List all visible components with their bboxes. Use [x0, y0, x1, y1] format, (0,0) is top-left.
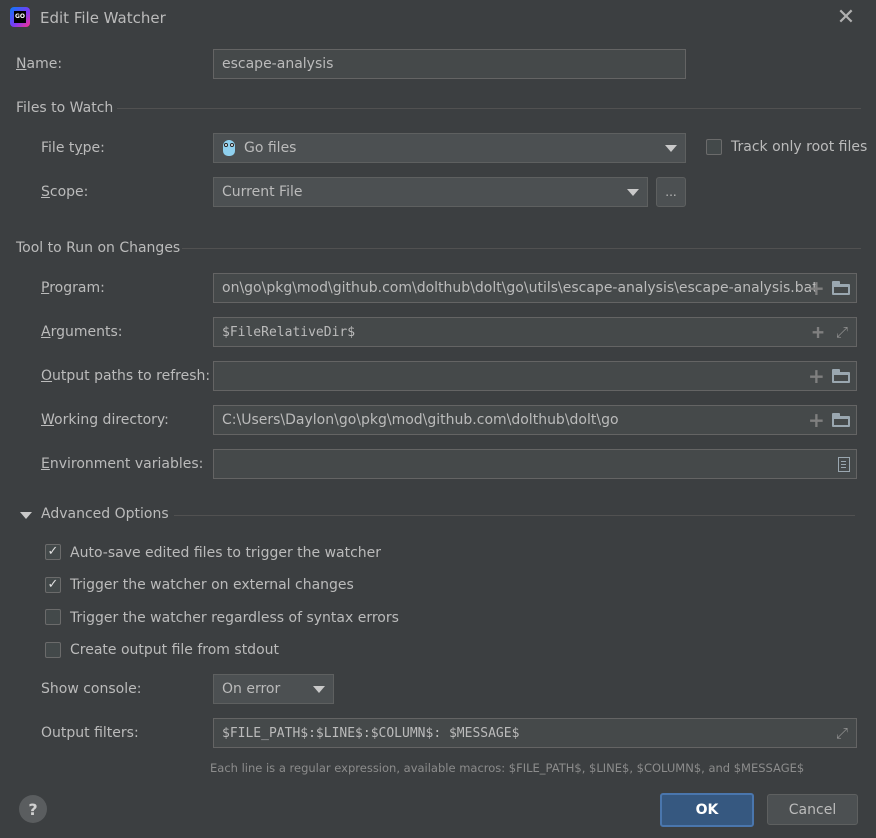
scope-browse-button[interactable]: ... [656, 177, 686, 207]
chevron-down-icon [313, 685, 325, 693]
folder-icon[interactable] [832, 281, 850, 295]
cancel-button[interactable]: Cancel [767, 794, 858, 825]
folder-icon[interactable] [832, 369, 850, 383]
name-label: Name: [16, 56, 63, 72]
arguments-value: $FileRelativeDir$ [222, 324, 356, 340]
syntax-errors-label: Trigger the watcher regardless of syntax… [70, 610, 399, 626]
output-from-stdout-checkbox[interactable] [45, 642, 61, 658]
insert-macro-icon[interactable]: + [810, 322, 826, 342]
dialog-title: Edit File Watcher [40, 9, 166, 27]
program-field-icons: + [808, 274, 850, 302]
insert-macro-icon[interactable]: + [808, 410, 825, 430]
program-label: Program: [41, 280, 105, 296]
output-from-stdout-label: Create output file from stdout [70, 642, 279, 658]
output-paths-field-icons: + [808, 362, 850, 390]
output-filters-hint: Each line is a regular expression, avail… [210, 761, 805, 775]
folder-icon[interactable] [832, 413, 850, 427]
environment-variables-field-icons [838, 450, 850, 478]
goland-icon-text: GO [14, 11, 26, 23]
close-icon[interactable]: ✕ [834, 6, 858, 30]
expand-icon[interactable]: ⤢ [834, 324, 850, 340]
chevron-down-icon [665, 144, 677, 152]
program-input[interactable]: on\go\pkg\mod\github.com\dolthub\dolt\go… [213, 273, 857, 303]
scope-label: Scope: [41, 184, 89, 200]
expand-icon[interactable]: ⤢ [834, 725, 850, 741]
auto-save-checkbox[interactable]: ✓ [45, 544, 61, 560]
goland-icon: GO [10, 7, 30, 27]
working-directory-input[interactable]: C:\Users\Daylon\go\pkg\mod\github.com\do… [213, 405, 857, 435]
help-icon[interactable]: ? [19, 795, 47, 823]
show-console-value: On error [222, 681, 281, 697]
environment-variables-label: Environment variables: [41, 456, 204, 472]
files-to-watch-header: Files to Watch [16, 100, 114, 116]
file-type-value: Go files [244, 140, 297, 156]
section-divider [117, 108, 861, 109]
output-filters-label: Output filters: [41, 725, 139, 741]
external-changes-checkbox[interactable]: ✓ [45, 577, 61, 593]
show-console-label: Show console: [41, 681, 142, 697]
working-directory-value: C:\Users\Daylon\go\pkg\mod\github.com\do… [222, 412, 619, 428]
working-directory-label: Working directory: [41, 412, 169, 428]
program-value: on\go\pkg\mod\github.com\dolthub\dolt\go… [222, 280, 818, 296]
insert-macro-icon[interactable]: + [808, 366, 825, 386]
track-only-root-checkbox[interactable] [706, 139, 722, 155]
show-console-select[interactable]: On error [213, 674, 334, 704]
tool-section-header: Tool to Run on Changes [16, 240, 181, 256]
name-label-rest: ame: [26, 56, 63, 72]
arguments-field-icons: + ⤢ [810, 318, 850, 346]
track-only-root-label: Track only root files [731, 139, 868, 155]
output-paths-label: Output paths to refresh: [41, 368, 211, 384]
collapse-triangle-icon[interactable] [20, 512, 32, 519]
edit-list-icon[interactable] [838, 456, 850, 472]
arguments-label: Arguments: [41, 324, 123, 340]
insert-macro-icon[interactable]: + [808, 278, 825, 298]
scope-value: Current File [222, 184, 303, 200]
file-type-label: File type: [41, 140, 105, 156]
section-divider [182, 248, 861, 249]
file-type-select[interactable]: Go files [213, 133, 686, 163]
scope-select[interactable]: Current File [213, 177, 648, 207]
output-filters-field-icons: ⤢ [834, 719, 850, 747]
title-bar: GO Edit File Watcher ✕ [0, 0, 876, 36]
name-input[interactable]: escape-analysis [213, 49, 686, 79]
section-divider [174, 515, 855, 516]
chevron-down-icon [627, 188, 639, 196]
syntax-errors-checkbox[interactable] [45, 609, 61, 625]
auto-save-label: Auto-save edited files to trigger the wa… [70, 545, 382, 561]
output-paths-input[interactable]: + [213, 361, 857, 391]
environment-variables-input[interactable] [213, 449, 857, 479]
advanced-options-header[interactable]: Advanced Options [41, 506, 169, 522]
working-directory-field-icons: + [808, 406, 850, 434]
arguments-input[interactable]: $FileRelativeDir$ + ⤢ [213, 317, 857, 347]
output-filters-input[interactable]: $FILE_PATH$:$LINE$:$COLUMN$: $MESSAGE$ ⤢ [213, 718, 857, 748]
ok-button[interactable]: OK [660, 793, 754, 827]
output-filters-value: $FILE_PATH$:$LINE$:$COLUMN$: $MESSAGE$ [222, 725, 520, 741]
gopher-icon [222, 139, 236, 157]
external-changes-label: Trigger the watcher on external changes [70, 577, 354, 593]
